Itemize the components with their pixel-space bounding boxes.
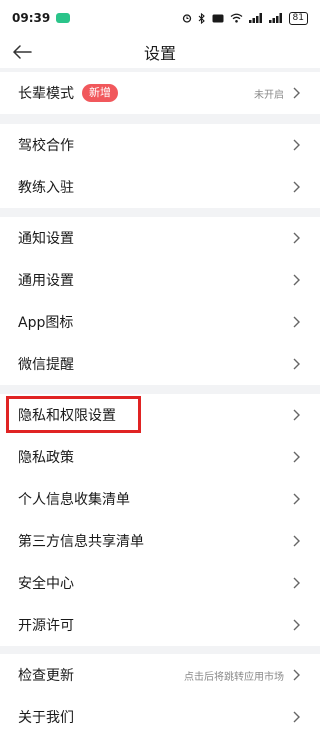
row-label: 开源许可 — [18, 618, 74, 634]
settings-row-general[interactable]: 通用设置 — [0, 259, 320, 301]
row-label: 隐私政策 — [18, 450, 74, 466]
alarm-icon — [182, 13, 192, 23]
settings-row-privacy-permissions[interactable]: 隐私和权限设置 — [0, 394, 320, 436]
settings-row-notifications[interactable]: 通知设置 — [0, 217, 320, 259]
settings-row-security-center[interactable]: 安全中心 — [0, 562, 320, 604]
row-label: 微信提醒 — [18, 357, 74, 373]
settings-row-third-party-sharing[interactable]: 第三方信息共享清单 — [0, 520, 320, 562]
back-button[interactable] — [10, 40, 34, 64]
settings-row-coach-join[interactable]: 教练入驻 — [0, 166, 320, 208]
status-time: 09:39 — [12, 11, 51, 25]
settings-row-driving-school[interactable]: 驾校合作 — [0, 124, 320, 166]
signal-icon-2 — [268, 13, 283, 23]
chevron-right-icon — [292, 576, 302, 590]
settings-row-app-icon[interactable]: App图标 — [0, 301, 320, 343]
chevron-right-icon — [292, 180, 302, 194]
settings-row-open-source[interactable]: 开源许可 — [0, 604, 320, 646]
row-label: 长辈模式 — [18, 86, 74, 102]
row-value: 点击后将跳转应用市场 — [184, 671, 284, 683]
status-icons: 81 — [182, 11, 308, 25]
row-label: 个人信息收集清单 — [18, 492, 130, 508]
row-label: 通知设置 — [18, 231, 74, 247]
chevron-right-icon — [292, 618, 302, 632]
chevron-right-icon — [292, 408, 302, 422]
new-badge: 新增 — [82, 84, 118, 102]
page-header: 设置 — [0, 36, 320, 68]
chevron-right-icon — [292, 534, 302, 548]
page-title: 设置 — [143, 44, 176, 63]
bluetooth-icon — [198, 12, 206, 24]
signal-icon — [248, 13, 263, 23]
settings-group-privacy: 隐私和权限设置 隐私政策 个人信息收集清单 第三方信息共享清单 安全中心 开源许… — [0, 394, 320, 646]
wifi-icon — [230, 13, 243, 23]
settings-row-about-us[interactable]: 关于我们 — [0, 696, 320, 738]
row-value: 未开启 — [254, 89, 284, 101]
chevron-right-icon — [292, 357, 302, 371]
settings-group-partners: 驾校合作 教练入驻 — [0, 124, 320, 208]
settings-row-wechat-reminder[interactable]: 微信提醒 — [0, 343, 320, 385]
row-label: 关于我们 — [18, 710, 74, 726]
arrow-left-icon — [12, 45, 32, 59]
hd-icon — [212, 14, 224, 23]
chevron-right-icon — [292, 315, 302, 329]
row-label: 第三方信息共享清单 — [18, 534, 144, 550]
settings-row-info-collection[interactable]: 个人信息收集清单 — [0, 478, 320, 520]
app-notification-icon — [56, 13, 71, 23]
chevron-right-icon — [292, 273, 302, 287]
settings-row-check-update[interactable]: 检查更新 点击后将跳转应用市场 — [0, 654, 320, 696]
battery-indicator: 81 — [288, 11, 308, 25]
chevron-right-icon — [292, 450, 302, 464]
row-label: 教练入驻 — [18, 180, 74, 196]
settings-group-elder: 长辈模式 新增 未开启 — [0, 72, 320, 114]
settings-row-elder-mode[interactable]: 长辈模式 新增 未开启 — [0, 72, 320, 114]
chevron-right-icon — [292, 492, 302, 506]
settings-group-about: 检查更新 点击后将跳转应用市场 关于我们 — [0, 654, 320, 738]
chevron-right-icon — [292, 231, 302, 245]
settings-row-privacy-policy[interactable]: 隐私政策 — [0, 436, 320, 478]
row-label: 通用设置 — [18, 273, 74, 289]
settings-group-general: 通知设置 通用设置 App图标 微信提醒 — [0, 217, 320, 385]
chevron-right-icon — [292, 138, 302, 152]
chevron-right-icon — [292, 710, 302, 724]
row-label: 检查更新 — [18, 668, 74, 684]
row-label: 隐私和权限设置 — [18, 408, 116, 424]
chevron-right-icon — [292, 86, 302, 100]
row-label: App图标 — [18, 315, 74, 331]
row-label: 驾校合作 — [18, 138, 74, 154]
status-bar: 09:39 81 — [0, 0, 320, 36]
row-label: 安全中心 — [18, 576, 74, 592]
chevron-right-icon — [292, 668, 302, 682]
